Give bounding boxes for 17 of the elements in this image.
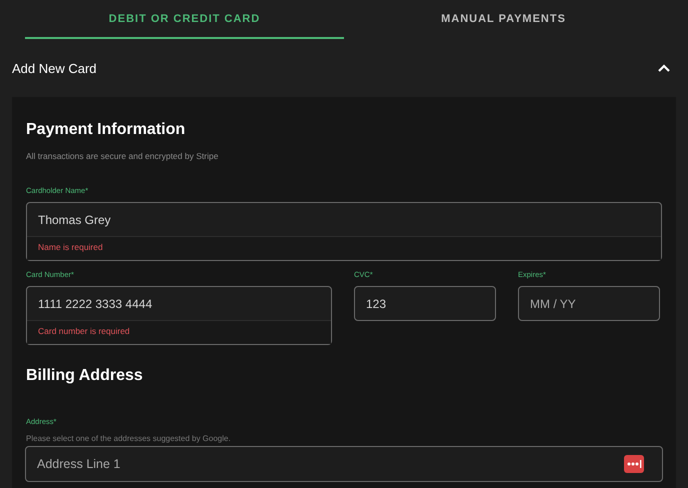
error-message: Name is required [27, 236, 661, 260]
section-heading: Payment Information [26, 121, 186, 139]
input-field[interactable]: Thomas Grey [27, 203, 661, 236]
collapse-chevron-icon[interactable] [658, 64, 670, 72]
section-heading: Billing Address [26, 367, 144, 385]
input-field[interactable]: 123 [355, 287, 495, 320]
input-field[interactable]: MM / YY [519, 287, 659, 320]
field-frame[interactable]: Thomas Grey Name is required [26, 202, 662, 261]
subtitle: All transactions are secure and encrypted by Stripe [26, 151, 220, 161]
tab[interactable]: DEBIT OR CREDIT CARD [25, 0, 344, 39]
error-message: Card number is required [27, 320, 331, 344]
tab[interactable]: MANUAL PAYMENTS [344, 0, 663, 39]
hint-text: Please select one of the addresses suggested by Google. [26, 434, 232, 443]
password-manager-icon[interactable] [624, 455, 644, 473]
input-field[interactable]: 1111 2222 3333 4444 [27, 287, 331, 320]
section-title: Add New Card [12, 60, 97, 76]
field-frame[interactable]: 1111 2222 3333 4444 Card number is required [26, 286, 332, 345]
